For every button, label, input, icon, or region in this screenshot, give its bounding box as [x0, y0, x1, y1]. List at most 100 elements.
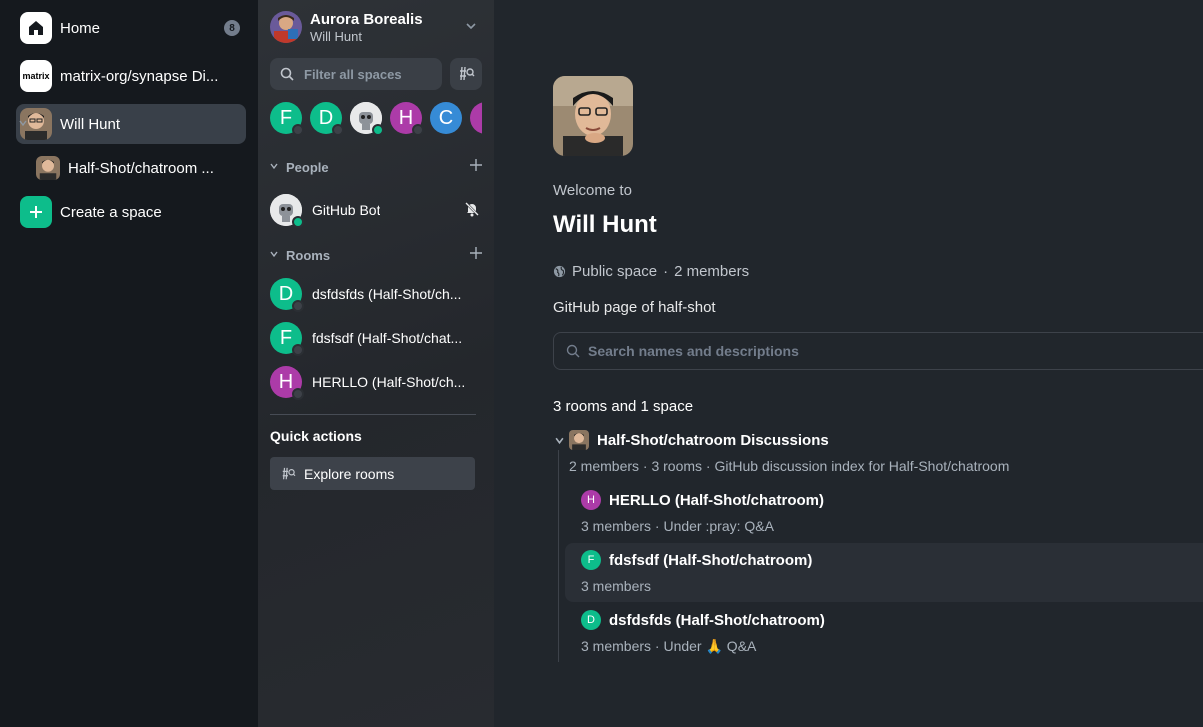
visibility-label: Public space: [572, 263, 658, 280]
filter-placeholder: Filter all spaces: [304, 66, 402, 82]
create-space-button[interactable]: Create a space: [16, 192, 246, 232]
room-meta: 3 members: [581, 578, 652, 594]
room-row[interactable]: F fdsfsdf (Half-Shot/chatroom): [581, 550, 812, 570]
subspace-name: Half-Shot/chatroom Discussions: [597, 431, 829, 449]
notification-badge: 8: [224, 20, 240, 36]
room-meta: 3 members · Under 🙏 Q&A: [581, 638, 757, 654]
search-rooms-input[interactable]: Search names and descriptions: [553, 332, 1203, 370]
bell-muted-icon[interactable]: [464, 201, 480, 217]
space-matrix-synapse[interactable]: matrix matrix-org/synapse Di...: [16, 56, 246, 96]
presence-dot: [292, 216, 304, 228]
divider: [270, 414, 476, 415]
rooms-label: Rooms: [286, 247, 331, 263]
presence-dot: [292, 124, 304, 134]
welcome-text: Welcome to: [553, 182, 632, 199]
rooms-count: 3 rooms and 1 space: [553, 398, 694, 415]
quick-actions-title: Quick actions: [270, 428, 362, 444]
room-avatar: D: [270, 278, 304, 312]
room-list-panel: Aurora Borealis Will Hunt Filter all spa…: [258, 0, 494, 727]
breadcrumb-room[interactable]: D: [310, 102, 344, 134]
explore-rooms-label: Explore rooms: [304, 465, 395, 482]
space-avatar: [553, 76, 633, 156]
room-avatar: D: [581, 610, 601, 630]
space-header[interactable]: Aurora Borealis Will Hunt: [270, 10, 482, 44]
rooms-section-header[interactable]: Rooms: [270, 245, 482, 265]
breadcrumb-room[interactable]: [470, 102, 482, 134]
member-count[interactable]: 2 members: [674, 263, 749, 280]
explore-rooms-button[interactable]: [450, 58, 482, 90]
space-chatroom-label: Half-Shot/chatroom ...: [68, 159, 214, 177]
space-panel: Home 8 matrix matrix-org/synapse Di... W…: [0, 0, 258, 727]
room-avatar: F: [270, 322, 304, 356]
avatar: [569, 430, 589, 450]
search-icon: [566, 344, 580, 358]
explore-rooms-quick-action[interactable]: Explore rooms: [270, 457, 475, 490]
space-matrix-label: matrix-org/synapse Di...: [60, 67, 219, 85]
breadcrumb-room[interactable]: H: [390, 102, 424, 134]
home-icon: [20, 12, 52, 44]
plus-icon: [20, 196, 52, 228]
room-name: HERLLO (Half-Shot/ch...: [312, 374, 466, 390]
room-tile[interactable]: H HERLLO (Half-Shot/ch...: [270, 362, 482, 402]
space-info: Public space · 2 members: [553, 263, 749, 280]
room-name: dsfdsfds (Half-Shot/ch...: [312, 286, 462, 302]
room-meta: 3 members · Under :pray: Q&A: [581, 518, 774, 534]
room-name: fdsfsdf (Half-Shot/chat...: [312, 330, 463, 346]
room-avatar: F: [581, 550, 601, 570]
room-tile[interactable]: F fdsfsdf (Half-Shot/chat...: [270, 318, 482, 358]
room-tile[interactable]: D dsfdsfds (Half-Shot/ch...: [270, 274, 482, 314]
room-avatar: H: [270, 366, 304, 400]
explore-icon: [282, 467, 296, 479]
room-row[interactable]: D dsfdsfds (Half-Shot/chatroom): [581, 610, 825, 630]
dm-tile-github-bot[interactable]: GitHub Bot: [270, 190, 482, 230]
filter-spaces-input[interactable]: Filter all spaces: [270, 58, 442, 90]
room-name: HERLLO (Half-Shot/chatroom): [609, 491, 824, 509]
presence-dot: [372, 124, 384, 134]
room-name: dsfdsfds (Half-Shot/chatroom): [609, 611, 825, 629]
hierarchy-line: [558, 450, 559, 662]
subspace-meta: 2 members · 3 rooms · GitHub discussion …: [569, 458, 1010, 474]
dm-name: GitHub Bot: [312, 202, 381, 218]
people-label: People: [286, 159, 329, 175]
public-room-icon: [292, 344, 304, 356]
presence-dot: [332, 124, 344, 134]
chevron-down-icon[interactable]: [19, 119, 27, 127]
create-space-label: Create a space: [60, 203, 162, 221]
breadcrumb-room[interactable]: [350, 102, 384, 134]
breadcrumb-room[interactable]: C: [430, 102, 462, 134]
avatar: [36, 156, 60, 180]
room-row[interactable]: H HERLLO (Half-Shot/chatroom): [581, 490, 824, 510]
subspace-row[interactable]: Half-Shot/chatroom Discussions: [569, 430, 829, 450]
search-icon: [280, 67, 294, 81]
add-people-plus-icon[interactable]: [470, 159, 482, 171]
space-will-hunt-label: Will Hunt: [60, 115, 121, 133]
space-title: Will Hunt: [553, 211, 657, 238]
globe-icon: [553, 265, 566, 278]
presence-dot: [412, 124, 424, 134]
space-home[interactable]: Home 8: [16, 8, 246, 48]
recent-rooms-breadcrumbs: F D H C: [270, 102, 482, 134]
explore-icon: [460, 66, 475, 81]
add-room-plus-icon[interactable]: [470, 247, 482, 259]
room-avatar: H: [581, 490, 601, 510]
header-subtitle: Will Hunt: [310, 28, 363, 44]
public-room-icon: [292, 300, 304, 312]
space-half-shot-chatroom[interactable]: Half-Shot/chatroom ...: [32, 148, 246, 188]
space-home-main: Welcome to Will Hunt Public space · 2 me…: [494, 0, 1203, 727]
space-home-label: Home: [60, 19, 101, 37]
public-room-icon: [292, 388, 304, 400]
header-title: Aurora Borealis: [310, 10, 423, 28]
people-section-header[interactable]: People: [270, 157, 482, 177]
room-name: fdsfsdf (Half-Shot/chatroom): [609, 551, 813, 569]
avatar: [270, 11, 302, 43]
space-topic: GitHub page of half-shot: [553, 299, 716, 316]
chevron-down-icon[interactable]: [466, 22, 476, 30]
chevron-down-icon: [270, 251, 278, 258]
github-bot-avatar: [270, 194, 304, 228]
chevron-down-icon[interactable]: [555, 436, 564, 445]
matrix-logo: matrix: [20, 60, 52, 92]
chevron-down-icon: [270, 163, 278, 170]
space-will-hunt[interactable]: Will Hunt: [16, 104, 246, 144]
search-placeholder: Search names and descriptions: [588, 343, 799, 359]
breadcrumb-room[interactable]: F: [270, 102, 304, 134]
